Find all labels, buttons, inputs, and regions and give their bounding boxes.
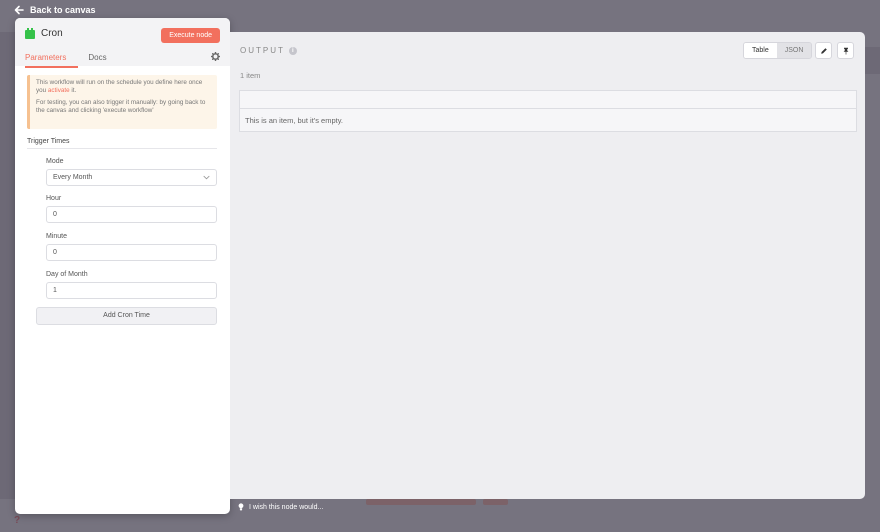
- pin-icon: [843, 47, 848, 54]
- arrow-left-icon: [14, 5, 24, 15]
- trigger-times-heading: Trigger Times: [27, 138, 217, 149]
- node-tabs: Parameters Docs: [25, 53, 109, 68]
- item-count: 1 item: [240, 71, 261, 80]
- hour-input[interactable]: 0: [46, 206, 217, 223]
- hour-value: 0: [53, 211, 57, 218]
- minute-label: Minute: [46, 233, 68, 240]
- back-to-canvas-label: Back to canvas: [30, 5, 96, 15]
- feedback-link[interactable]: I wish this node would...: [238, 503, 323, 511]
- output-panel: OUTPUT i Table JSON 1 item This is an it…: [230, 32, 865, 499]
- table-header-row: [240, 91, 856, 109]
- notice-text-activate: This workflow will run on the schedule y…: [36, 79, 203, 95]
- mode-select[interactable]: Every Month: [46, 169, 217, 186]
- table-row: This is an item, but it's empty.: [245, 116, 343, 125]
- tab-parameters[interactable]: Parameters: [25, 53, 79, 68]
- pin-output-button[interactable]: [837, 42, 854, 59]
- calendar-icon: [25, 28, 35, 39]
- day-of-month-input[interactable]: 1: [46, 282, 217, 299]
- execute-node-button[interactable]: Execute node: [161, 28, 220, 43]
- lightbulb-icon: [238, 503, 244, 511]
- edit-output-button[interactable]: [815, 42, 832, 59]
- output-title: OUTPUT i: [240, 46, 297, 55]
- day-of-month-label: Day of Month: [46, 271, 88, 278]
- gear-icon[interactable]: [211, 52, 220, 61]
- output-table: This is an item, but it's empty.: [239, 90, 857, 132]
- canvas-background-button: [483, 499, 508, 505]
- chevron-down-icon: [203, 175, 210, 180]
- day-of-month-value: 1: [53, 287, 57, 294]
- pencil-icon: [820, 47, 827, 54]
- output-title-text: OUTPUT: [240, 46, 285, 55]
- view-toggle: Table JSON: [743, 42, 813, 59]
- back-to-canvas-link[interactable]: Back to canvas: [14, 5, 96, 15]
- node-title: Cron: [25, 28, 63, 39]
- notice-text-testing: For testing, you can also trigger it man…: [36, 98, 206, 115]
- canvas-background-strip: [865, 47, 880, 74]
- minute-input[interactable]: 0: [46, 244, 217, 261]
- node-header: Cron Execute node Parameters Docs: [15, 18, 230, 68]
- canvas-background-button: [366, 499, 476, 505]
- feedback-label: I wish this node would...: [249, 503, 324, 511]
- view-table-option[interactable]: Table: [744, 43, 777, 58]
- tab-docs[interactable]: Docs: [88, 53, 108, 68]
- node-name[interactable]: Cron: [41, 28, 63, 39]
- node-parameters-panel: Cron Execute node Parameters Docs This w…: [15, 18, 230, 514]
- minute-value: 0: [53, 249, 57, 256]
- trigger-notice: This workflow will run on the schedule y…: [27, 75, 217, 129]
- mode-label: Mode: [46, 158, 64, 165]
- add-cron-time-button[interactable]: Add Cron Time: [36, 307, 217, 325]
- help-question-icon[interactable]: ?: [14, 515, 20, 526]
- canvas-background-strip: [0, 32, 15, 499]
- activate-link[interactable]: activate: [48, 87, 70, 94]
- info-icon[interactable]: i: [288, 46, 297, 55]
- mode-value: Every Month: [53, 174, 93, 181]
- view-json-option[interactable]: JSON: [776, 43, 812, 58]
- hour-label: Hour: [46, 195, 62, 202]
